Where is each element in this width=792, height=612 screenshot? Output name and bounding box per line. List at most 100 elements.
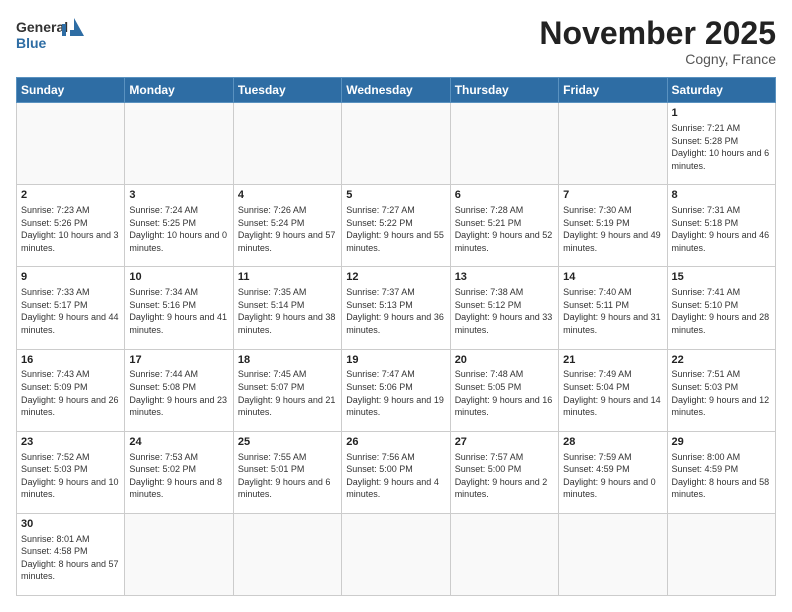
calendar-table: Sunday Monday Tuesday Wednesday Thursday… (16, 77, 776, 596)
day-number: 8 (672, 188, 771, 203)
day-info: Sunrise: 7:34 AM Sunset: 5:16 PM Dayligh… (129, 286, 228, 336)
day-number: 24 (129, 435, 228, 450)
day-number: 16 (21, 353, 120, 368)
day-info: Sunrise: 7:33 AM Sunset: 5:17 PM Dayligh… (21, 286, 120, 336)
table-row: 25Sunrise: 7:55 AM Sunset: 5:01 PM Dayli… (233, 431, 341, 513)
table-row: 23Sunrise: 7:52 AM Sunset: 5:03 PM Dayli… (17, 431, 125, 513)
day-number: 30 (21, 517, 120, 532)
table-row: 29Sunrise: 8:00 AM Sunset: 4:59 PM Dayli… (667, 431, 775, 513)
table-row: 19Sunrise: 7:47 AM Sunset: 5:06 PM Dayli… (342, 349, 450, 431)
day-number: 2 (21, 188, 120, 203)
day-info: Sunrise: 8:00 AM Sunset: 4:59 PM Dayligh… (672, 451, 771, 501)
calendar-week-row: 2Sunrise: 7:23 AM Sunset: 5:26 PM Daylig… (17, 185, 776, 267)
day-info: Sunrise: 7:55 AM Sunset: 5:01 PM Dayligh… (238, 451, 337, 501)
svg-text:Blue: Blue (16, 35, 47, 51)
calendar-week-row: 30Sunrise: 8:01 AM Sunset: 4:58 PM Dayli… (17, 513, 776, 595)
table-row: 6Sunrise: 7:28 AM Sunset: 5:21 PM Daylig… (450, 185, 558, 267)
table-row (233, 513, 341, 595)
table-row: 3Sunrise: 7:24 AM Sunset: 5:25 PM Daylig… (125, 185, 233, 267)
day-number: 14 (563, 270, 662, 285)
calendar-week-row: 1Sunrise: 7:21 AM Sunset: 5:28 PM Daylig… (17, 103, 776, 185)
day-number: 5 (346, 188, 445, 203)
day-info: Sunrise: 7:52 AM Sunset: 5:03 PM Dayligh… (21, 451, 120, 501)
day-info: Sunrise: 7:51 AM Sunset: 5:03 PM Dayligh… (672, 368, 771, 418)
day-info: Sunrise: 7:48 AM Sunset: 5:05 PM Dayligh… (455, 368, 554, 418)
day-info: Sunrise: 7:26 AM Sunset: 5:24 PM Dayligh… (238, 204, 337, 254)
col-monday: Monday (125, 78, 233, 103)
table-row: 30Sunrise: 8:01 AM Sunset: 4:58 PM Dayli… (17, 513, 125, 595)
day-info: Sunrise: 7:59 AM Sunset: 4:59 PM Dayligh… (563, 451, 662, 501)
col-wednesday: Wednesday (342, 78, 450, 103)
table-row (559, 103, 667, 185)
day-number: 6 (455, 188, 554, 203)
day-number: 26 (346, 435, 445, 450)
table-row: 1Sunrise: 7:21 AM Sunset: 5:28 PM Daylig… (667, 103, 775, 185)
table-row: 16Sunrise: 7:43 AM Sunset: 5:09 PM Dayli… (17, 349, 125, 431)
table-row (125, 513, 233, 595)
table-row: 21Sunrise: 7:49 AM Sunset: 5:04 PM Dayli… (559, 349, 667, 431)
table-row (233, 103, 341, 185)
col-sunday: Sunday (17, 78, 125, 103)
calendar-week-row: 23Sunrise: 7:52 AM Sunset: 5:03 PM Dayli… (17, 431, 776, 513)
day-info: Sunrise: 7:24 AM Sunset: 5:25 PM Dayligh… (129, 204, 228, 254)
logo: GeneralBlue (16, 16, 86, 56)
col-saturday: Saturday (667, 78, 775, 103)
table-row: 11Sunrise: 7:35 AM Sunset: 5:14 PM Dayli… (233, 267, 341, 349)
day-number: 17 (129, 353, 228, 368)
day-number: 7 (563, 188, 662, 203)
day-info: Sunrise: 7:49 AM Sunset: 5:04 PM Dayligh… (563, 368, 662, 418)
table-row: 20Sunrise: 7:48 AM Sunset: 5:05 PM Dayli… (450, 349, 558, 431)
day-number: 15 (672, 270, 771, 285)
day-number: 21 (563, 353, 662, 368)
day-number: 29 (672, 435, 771, 450)
day-info: Sunrise: 7:21 AM Sunset: 5:28 PM Dayligh… (672, 122, 771, 172)
day-number: 22 (672, 353, 771, 368)
day-number: 19 (346, 353, 445, 368)
table-row (342, 513, 450, 595)
day-info: Sunrise: 7:43 AM Sunset: 5:09 PM Dayligh… (21, 368, 120, 418)
day-number: 23 (21, 435, 120, 450)
location-subtitle: Cogny, France (539, 51, 776, 67)
table-row (125, 103, 233, 185)
calendar-week-row: 16Sunrise: 7:43 AM Sunset: 5:09 PM Dayli… (17, 349, 776, 431)
table-row: 15Sunrise: 7:41 AM Sunset: 5:10 PM Dayli… (667, 267, 775, 349)
day-number: 20 (455, 353, 554, 368)
day-info: Sunrise: 7:56 AM Sunset: 5:00 PM Dayligh… (346, 451, 445, 501)
table-row: 7Sunrise: 7:30 AM Sunset: 5:19 PM Daylig… (559, 185, 667, 267)
day-number: 4 (238, 188, 337, 203)
table-row: 28Sunrise: 7:59 AM Sunset: 4:59 PM Dayli… (559, 431, 667, 513)
day-number: 28 (563, 435, 662, 450)
day-info: Sunrise: 7:31 AM Sunset: 5:18 PM Dayligh… (672, 204, 771, 254)
day-number: 25 (238, 435, 337, 450)
day-number: 10 (129, 270, 228, 285)
table-row: 10Sunrise: 7:34 AM Sunset: 5:16 PM Dayli… (125, 267, 233, 349)
table-row (559, 513, 667, 595)
day-info: Sunrise: 7:37 AM Sunset: 5:13 PM Dayligh… (346, 286, 445, 336)
header: GeneralBlue November 2025 Cogny, France (16, 16, 776, 67)
day-info: Sunrise: 7:53 AM Sunset: 5:02 PM Dayligh… (129, 451, 228, 501)
day-number: 11 (238, 270, 337, 285)
table-row (17, 103, 125, 185)
day-info: Sunrise: 7:28 AM Sunset: 5:21 PM Dayligh… (455, 204, 554, 254)
table-row: 9Sunrise: 7:33 AM Sunset: 5:17 PM Daylig… (17, 267, 125, 349)
table-row: 12Sunrise: 7:37 AM Sunset: 5:13 PM Dayli… (342, 267, 450, 349)
day-number: 18 (238, 353, 337, 368)
table-row: 24Sunrise: 7:53 AM Sunset: 5:02 PM Dayli… (125, 431, 233, 513)
day-info: Sunrise: 7:23 AM Sunset: 5:26 PM Dayligh… (21, 204, 120, 254)
table-row (667, 513, 775, 595)
day-info: Sunrise: 7:44 AM Sunset: 5:08 PM Dayligh… (129, 368, 228, 418)
day-number: 9 (21, 270, 120, 285)
day-info: Sunrise: 7:30 AM Sunset: 5:19 PM Dayligh… (563, 204, 662, 254)
table-row: 14Sunrise: 7:40 AM Sunset: 5:11 PM Dayli… (559, 267, 667, 349)
day-info: Sunrise: 7:57 AM Sunset: 5:00 PM Dayligh… (455, 451, 554, 501)
day-number: 12 (346, 270, 445, 285)
table-row: 13Sunrise: 7:38 AM Sunset: 5:12 PM Dayli… (450, 267, 558, 349)
day-number: 3 (129, 188, 228, 203)
logo-svg: GeneralBlue (16, 16, 86, 56)
table-row: 17Sunrise: 7:44 AM Sunset: 5:08 PM Dayli… (125, 349, 233, 431)
day-info: Sunrise: 7:38 AM Sunset: 5:12 PM Dayligh… (455, 286, 554, 336)
calendar-header-row: Sunday Monday Tuesday Wednesday Thursday… (17, 78, 776, 103)
calendar-week-row: 9Sunrise: 7:33 AM Sunset: 5:17 PM Daylig… (17, 267, 776, 349)
table-row (450, 103, 558, 185)
col-tuesday: Tuesday (233, 78, 341, 103)
